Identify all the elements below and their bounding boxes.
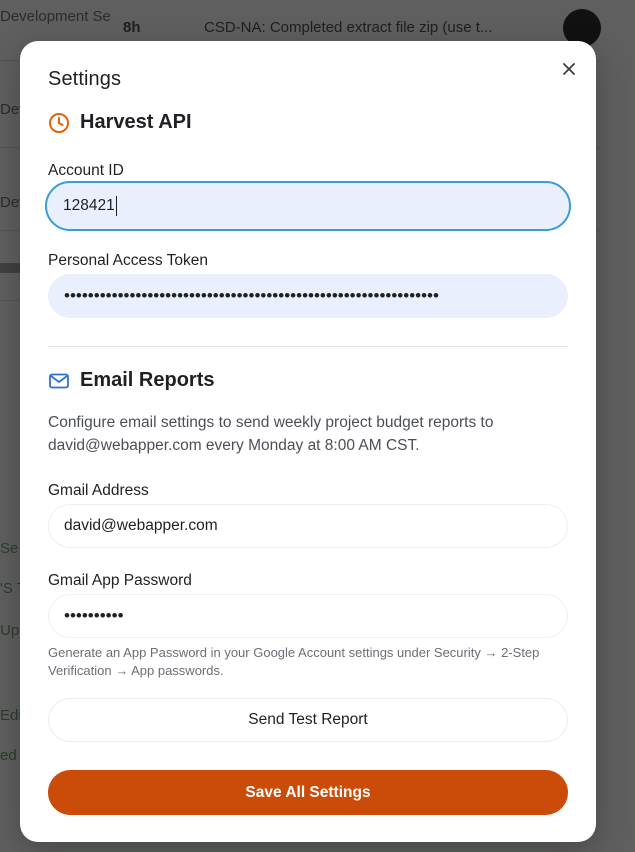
background-fragment: ed (0, 747, 17, 764)
close-button[interactable] (558, 58, 580, 80)
text-caret (115, 196, 117, 216)
email-description: Configure email settings to send weekly … (48, 414, 494, 454)
gmail-password-input[interactable]: •••••••••• (48, 594, 568, 638)
background-fragment: Up (0, 622, 20, 639)
account-id-input[interactable]: 128421 (45, 181, 571, 231)
access-token-input[interactable]: ••••••••••••••••••••••••••••••••••••••••… (48, 274, 568, 318)
section-title: Email Reports (80, 369, 215, 391)
email-reports-heading: Email Reports (48, 369, 214, 392)
send-test-report-button[interactable]: Send Test Report (48, 698, 568, 742)
app-password-help: Generate an App Password in your Google … (48, 645, 540, 678)
section-title: Harvest API (80, 111, 192, 133)
harvest-api-heading: Harvest API (48, 111, 192, 134)
modal-title: Settings (48, 68, 122, 90)
category-cell: Development Services (0, 8, 110, 25)
masked-token: ••••••••••••••••••••••••••••••••••••••••… (64, 286, 439, 305)
description-cell: CSD-NA: Completed extract file zip (use … (204, 19, 493, 36)
token-label: Personal Access Token (48, 252, 208, 269)
clock-icon (49, 112, 69, 133)
background-fragment: Se (0, 540, 19, 557)
mail-icon (49, 373, 69, 388)
gmail-address-value: david@webapper.com (64, 517, 218, 534)
account-id-label: Account ID (48, 162, 124, 179)
close-icon (563, 63, 575, 75)
settings-modal: Settings Harvest API Account ID 128421 P… (20, 41, 596, 842)
account-id-value: 128421 (63, 197, 115, 214)
section-divider (48, 346, 568, 347)
gmail-address-label: Gmail Address (48, 482, 149, 499)
hours-cell: 8h (123, 19, 141, 36)
gmail-password-label: Gmail App Password (48, 572, 192, 589)
save-all-settings-button[interactable]: Save All Settings (48, 770, 568, 815)
gmail-address-input[interactable]: david@webapper.com (48, 504, 568, 548)
masked-password: •••••••••• (64, 606, 124, 625)
